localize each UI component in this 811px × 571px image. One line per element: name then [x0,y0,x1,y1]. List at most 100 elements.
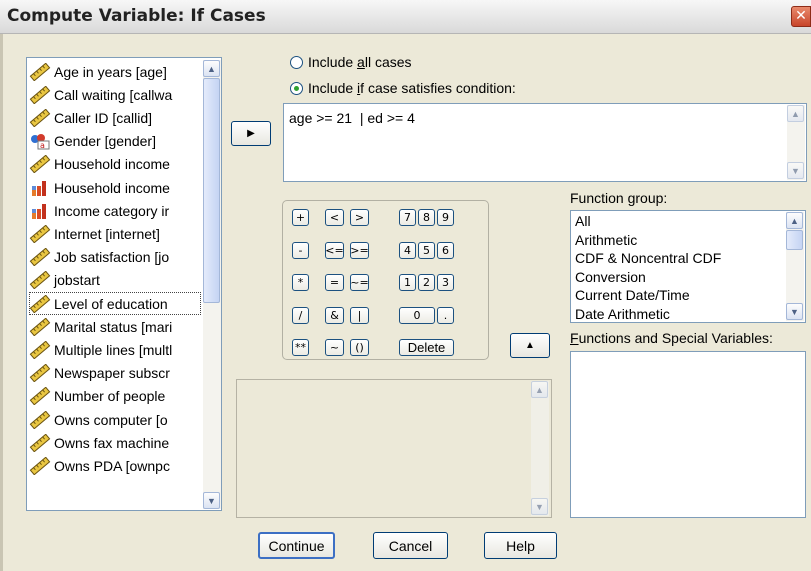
scale-ruler-icon [29,317,51,337]
variable-list-item[interactable]: Owns fax machine [29,431,201,454]
function-group-scrollbar[interactable]: ▲ ▼ [786,212,804,321]
scale-ruler-icon [29,363,51,383]
function-group-item[interactable]: Date Arithmetic [575,305,670,323]
functions-list[interactable] [570,351,806,518]
scroll-thumb[interactable] [203,78,220,303]
svg-text:a: a [40,141,45,150]
scroll-up-button[interactable]: ▲ [786,212,803,229]
variable-list-item[interactable]: Income category ir [29,199,201,222]
variable-list-item[interactable]: a Gender [gender] [29,130,201,153]
calc-key-button[interactable]: / [292,307,309,324]
calc-key-button[interactable]: > [350,209,369,226]
variable-list-item[interactable]: Age in years [age] [29,60,201,83]
calc-key-button[interactable]: < [325,209,344,226]
continue-label: Continue [268,537,325,554]
calc-key-button[interactable]: 2 [418,274,435,291]
include-all-cases-radio[interactable]: Include all cases [290,54,412,70]
calc-key-button[interactable]: 5 [418,242,435,259]
calc-key-button[interactable]: . [437,307,454,324]
variable-list-item[interactable]: Level of education [29,292,201,315]
scale-ruler-icon [29,433,51,453]
variable-list-item[interactable]: Marital status [mari [29,315,201,338]
variable-list-item[interactable]: Call waiting [callwa [29,83,201,106]
scroll-down-button[interactable]: ▼ [787,162,804,179]
calc-key-button[interactable]: & [325,307,344,324]
scroll-up-button[interactable]: ▲ [787,105,804,122]
variable-label: Caller ID [callid] [54,109,153,126]
help-button[interactable]: Help [484,532,557,559]
scroll-up-button[interactable]: ▲ [531,381,548,398]
variable-label: Age in years [age] [54,63,167,80]
function-group-item[interactable]: Current Date/Time [575,286,690,304]
expression-scrollbar[interactable]: ▲ ▼ [787,105,805,180]
scale-ruler-icon [29,270,51,290]
calc-key-button[interactable]: 4 [399,242,416,259]
calc-key-button[interactable]: | [350,307,369,324]
variable-label: jobstart [54,272,100,289]
move-to-expression-button[interactable]: ▶ [231,121,271,146]
calc-key-button[interactable]: * [292,274,309,291]
function-group-item[interactable]: CDF & Noncentral CDF [575,249,721,267]
variable-list-item[interactable]: Job satisfaction [jo [29,246,201,269]
description-scrollbar[interactable]: ▲ ▼ [531,381,549,516]
calc-key-button[interactable]: 3 [437,274,454,291]
calc-key-button[interactable]: 1 [399,274,416,291]
variable-list-item[interactable]: Internet [internet] [29,222,201,245]
variable-list-item[interactable]: Household income [29,176,201,199]
window-frame [0,34,3,571]
variable-label: Job satisfaction [jo [54,249,170,266]
include-if-radio[interactable]: Include if case satisfies condition: [290,80,516,96]
variable-list-item[interactable]: Number of people [29,385,201,408]
calc-key-button[interactable]: 9 [437,209,454,226]
variable-list-item[interactable]: Caller ID [callid] [29,106,201,129]
title-bar[interactable]: Compute Variable: If Cases ✕ [0,0,811,34]
function-group-item[interactable]: Arithmetic [575,231,637,249]
calc-key-button[interactable]: 0 [399,307,435,324]
calc-key-button[interactable]: 8 [418,209,435,226]
calc-key-button[interactable]: <= [325,242,344,259]
variable-label: Number of people [54,388,166,405]
scale-ruler-icon [29,294,51,313]
calc-key-button[interactable]: ~= [350,274,369,291]
nominal-string-icon: a [29,132,51,150]
close-button[interactable]: ✕ [791,6,811,27]
variable-list-item[interactable]: Household income [29,153,201,176]
variable-list-item[interactable]: Owns PDA [ownpc [29,454,201,477]
calc-key-button[interactable]: () [350,339,369,356]
cancel-label: Cancel [388,537,433,554]
cancel-button[interactable]: Cancel [373,532,448,559]
scroll-down-button[interactable]: ▼ [203,492,220,509]
calc-key-button[interactable]: = [325,274,344,291]
variable-list-item[interactable]: Owns computer [o [29,408,201,431]
scroll-up-button[interactable]: ▲ [203,60,220,77]
variable-list[interactable]: Age in years [age] Call waiting [callwa Ca… [26,57,222,511]
calc-key-button[interactable]: >= [350,242,369,259]
function-group-item[interactable]: All [575,212,591,230]
variable-list-item[interactable]: Newspaper subscr [29,362,201,385]
variable-list-item[interactable]: jobstart [29,269,201,292]
calc-key-button[interactable]: 7 [399,209,416,226]
calc-key-button[interactable]: 6 [437,242,454,259]
calc-key-button[interactable]: - [292,242,309,259]
scale-ruler-icon [29,456,51,476]
variable-list-scrollbar[interactable]: ▲ ▼ [203,60,221,509]
variable-label: Call waiting [callwa [54,86,173,103]
calc-key-button[interactable]: ~ [325,339,344,356]
variable-label: Household income [54,179,170,196]
dialog-title: Compute Variable: If Cases [7,6,266,26]
scroll-down-button[interactable]: ▼ [531,498,548,515]
function-group-item[interactable]: Conversion [575,268,646,286]
calc-key-button[interactable]: + [292,209,309,226]
condition-expression-field[interactable]: age >= 21 | ed >= 4 ▲ ▼ [283,103,807,182]
variable-label: Multiple lines [multl [54,341,173,358]
scroll-thumb[interactable] [786,230,803,250]
functions-label: Functions and Special Variables: [570,330,773,346]
function-group-list[interactable]: All Arithmetic CDF & Noncentral CDF Convers… [570,210,806,323]
scroll-down-button[interactable]: ▼ [786,303,803,320]
calc-key-button[interactable]: ** [292,339,309,356]
continue-button[interactable]: Continue [258,532,335,559]
calc-key-button[interactable]: Delete [399,339,454,356]
move-function-up-button[interactable]: ▲ [510,333,550,358]
radio-circle-icon [290,81,303,95]
variable-list-item[interactable]: Multiple lines [multl [29,338,201,361]
